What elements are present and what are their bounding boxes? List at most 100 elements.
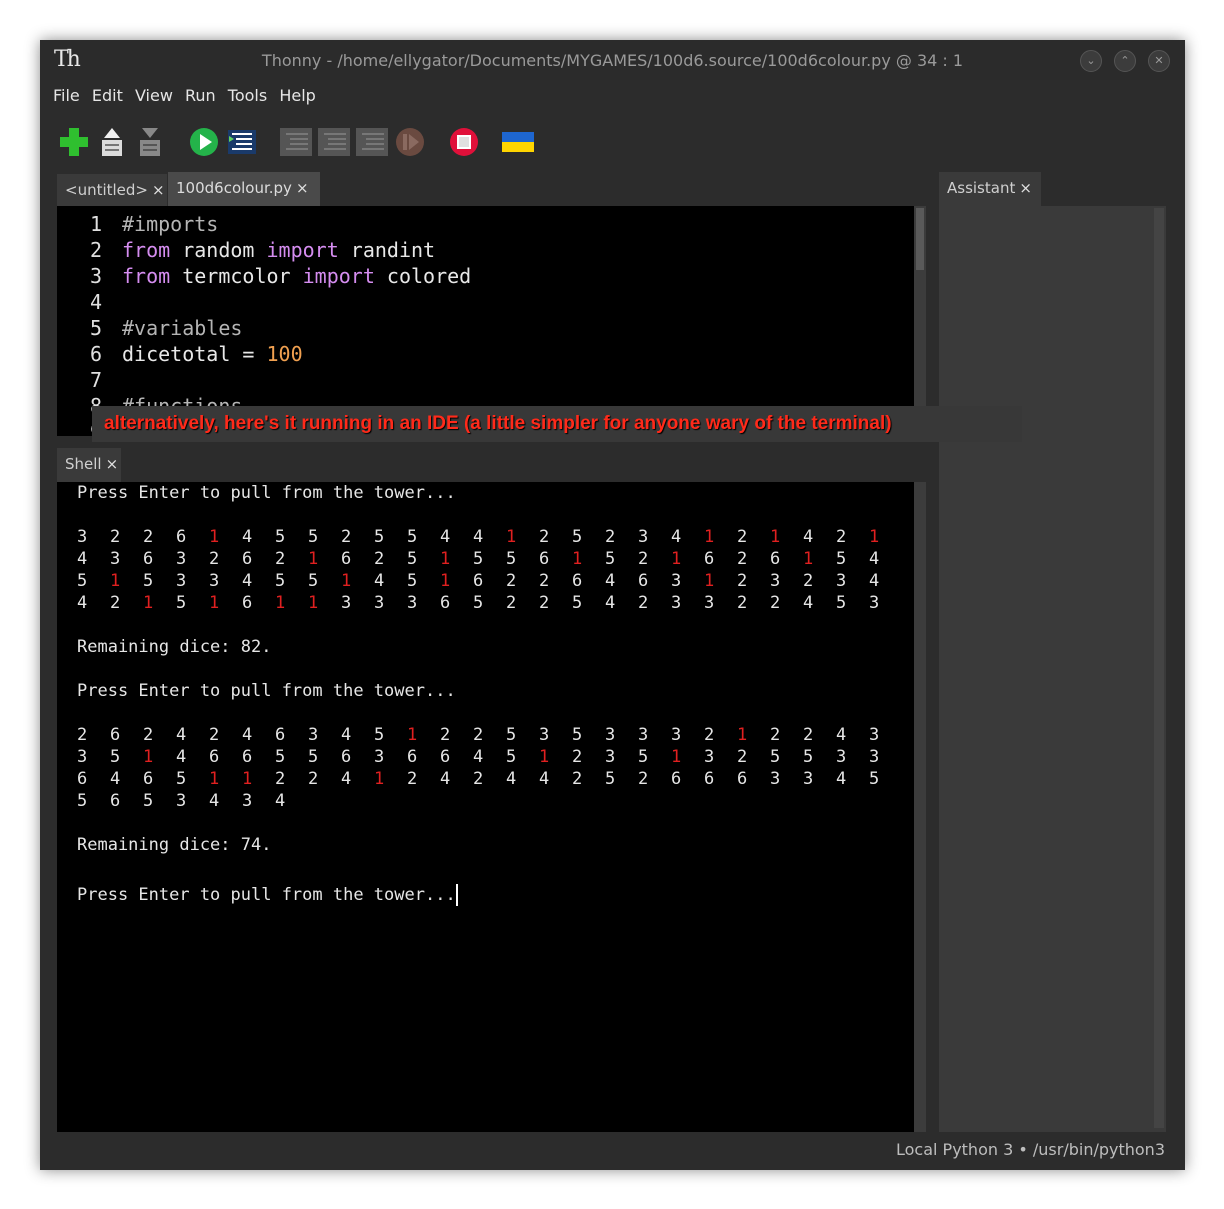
menu-bar: File Edit View Run Tools Help	[40, 86, 316, 110]
die-value: 5	[572, 725, 583, 745]
tab-100d6colour[interactable]: 100d6colour.py ×	[168, 172, 320, 206]
die-value: 4	[77, 549, 88, 569]
menu-file[interactable]: File	[53, 86, 80, 105]
die-value: 6	[440, 747, 451, 767]
shell-output[interactable]: Press Enter to pull from the tower... 3 2 2…	[57, 482, 914, 1132]
die-value: 1	[209, 527, 220, 547]
die-value: 3	[671, 593, 682, 613]
close-tab-icon[interactable]: ×	[296, 179, 309, 197]
die-value: 2	[770, 725, 781, 745]
die-value: 6	[110, 791, 121, 811]
die-value: 5	[110, 747, 121, 767]
shell-scrollbar[interactable]	[914, 482, 926, 1132]
die-value: 4	[473, 747, 484, 767]
editor-scrollbar[interactable]	[914, 206, 926, 436]
die-value: 4	[242, 527, 253, 547]
die-value: 2	[803, 571, 814, 591]
die-value: 5	[275, 747, 286, 767]
die-value: 5	[473, 549, 484, 569]
interpreter-status[interactable]: Local Python 3 • /usr/bin/python3	[896, 1140, 1165, 1159]
line-number: 4	[89, 290, 102, 314]
tab-untitled[interactable]: <untitled> ×	[57, 174, 167, 206]
step-over-icon[interactable]	[278, 124, 314, 160]
die-value: 4	[341, 769, 352, 789]
die-value: 5	[374, 527, 385, 547]
die-value: 5	[176, 593, 187, 613]
die-value: 4	[77, 593, 88, 613]
shell-text: Remaining dice: 82.	[77, 637, 272, 657]
tab-100d6colour-label: 100d6colour.py	[176, 179, 292, 197]
menu-run[interactable]: Run	[185, 86, 216, 105]
die-value: 6	[242, 747, 253, 767]
die-value: 6	[473, 571, 484, 591]
die-value: 2	[275, 769, 286, 789]
menu-tools[interactable]: Tools	[228, 86, 267, 105]
die-value: 1	[275, 593, 286, 613]
maximize-button[interactable]: ⌃	[1114, 50, 1136, 72]
die-value: 6	[704, 769, 715, 789]
die-value: 2	[770, 593, 781, 613]
shell-text-line: Remaining dice: 74.	[77, 834, 271, 856]
code-token: #imports	[122, 212, 219, 236]
die-value: 5	[572, 593, 583, 613]
editor-scroll-thumb[interactable]	[916, 208, 924, 270]
code-token: dicetotal =	[122, 342, 267, 366]
die-value: 4	[440, 769, 451, 789]
debug-icon[interactable]	[224, 124, 260, 160]
close-tab-icon[interactable]: ×	[1019, 179, 1032, 197]
tab-assistant[interactable]: Assistant ×	[939, 172, 1041, 206]
die-value: 3	[605, 725, 616, 745]
close-tab-icon[interactable]: ×	[152, 181, 165, 199]
open-file-icon[interactable]	[94, 124, 130, 160]
shell-text: Press Enter to pull from the tower...	[77, 884, 456, 905]
menu-help[interactable]: Help	[279, 86, 315, 105]
line-number: 3	[89, 264, 102, 288]
die-value: 4	[869, 571, 880, 591]
die-value: 1	[440, 549, 451, 569]
die-value: 1	[869, 527, 880, 547]
die-value: 4	[242, 725, 253, 745]
text-cursor	[455, 883, 458, 906]
die-value: 1	[209, 593, 220, 613]
die-value: 5	[407, 571, 418, 591]
die-value: 3	[836, 747, 847, 767]
stop-icon[interactable]	[446, 124, 482, 160]
die-value: 6	[407, 747, 418, 767]
run-icon[interactable]	[186, 124, 222, 160]
menu-edit[interactable]: Edit	[92, 86, 123, 105]
code-token: 100	[266, 342, 303, 366]
die-value: 3	[638, 527, 649, 547]
new-file-icon[interactable]	[56, 124, 92, 160]
code-editor[interactable]: 1 #imports 2 from random import randint 3 fro…	[57, 206, 914, 436]
resume-icon[interactable]	[392, 124, 428, 160]
close-tab-icon[interactable]: ×	[106, 455, 119, 473]
die-value: 4	[440, 527, 451, 547]
tab-shell[interactable]: Shell ×	[57, 448, 121, 482]
close-window-button[interactable]: ✕	[1148, 50, 1170, 72]
die-value: 3	[869, 593, 880, 613]
step-into-icon[interactable]	[316, 124, 352, 160]
die-value: 1	[803, 549, 814, 569]
die-value: 5	[836, 593, 847, 613]
die-value: 3	[176, 571, 187, 591]
die-value: 3	[869, 725, 880, 745]
save-file-icon[interactable]	[132, 124, 168, 160]
ukraine-flag-icon[interactable]	[500, 124, 536, 160]
die-value: 2	[143, 527, 154, 547]
die-value: 5	[308, 747, 319, 767]
die-value: 2	[110, 593, 121, 613]
code-token: termcolor	[170, 264, 303, 288]
die-value: 5	[803, 747, 814, 767]
code-token: randint	[338, 238, 436, 262]
die-value: 2	[539, 527, 550, 547]
assistant-scrollbar[interactable]	[1154, 208, 1164, 1128]
die-value: 4	[803, 593, 814, 613]
step-out-icon[interactable]	[354, 124, 390, 160]
die-value: 6	[341, 747, 352, 767]
assistant-panel	[939, 206, 1166, 1132]
die-value: 3	[374, 747, 385, 767]
minimize-button[interactable]: ⌄	[1080, 50, 1102, 72]
menu-view[interactable]: View	[135, 86, 173, 105]
die-value: 3	[209, 571, 220, 591]
die-value: 5	[275, 527, 286, 547]
